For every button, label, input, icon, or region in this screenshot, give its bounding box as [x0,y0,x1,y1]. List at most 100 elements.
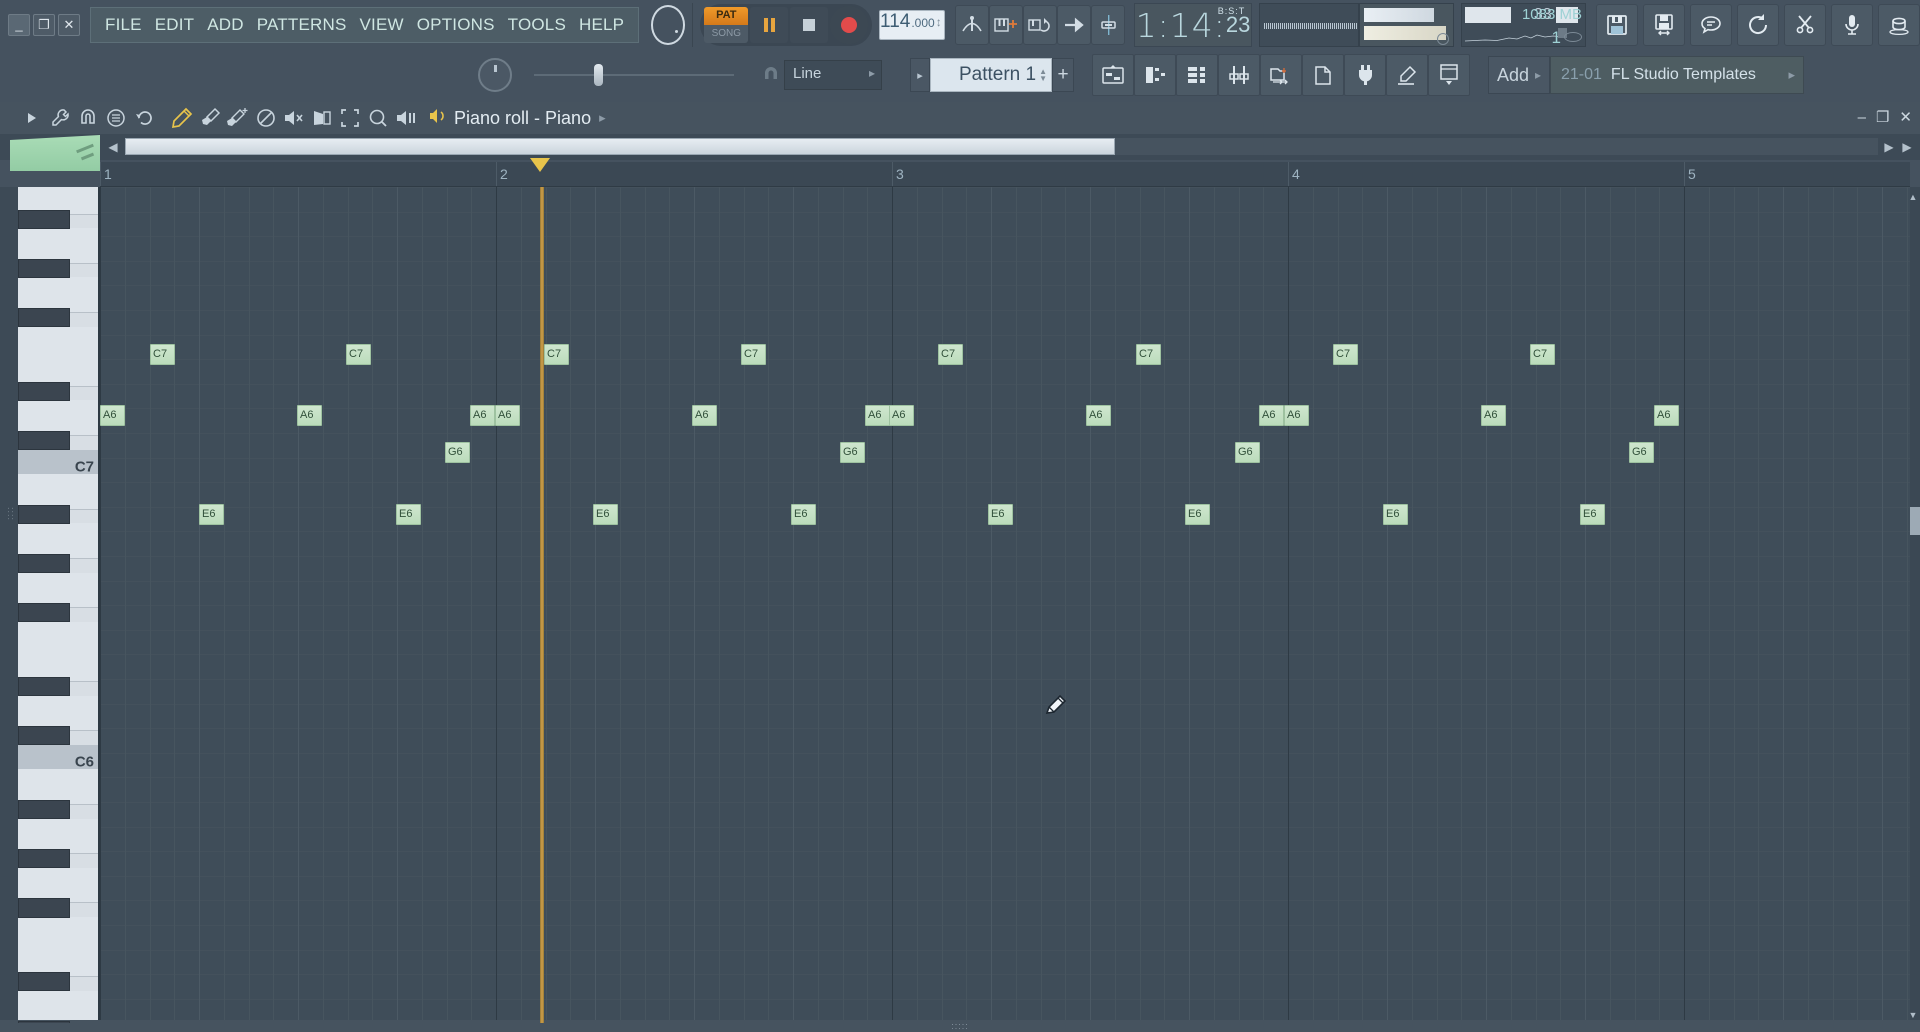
menu-patterns[interactable]: PATTERNS [257,15,347,35]
mute-icon[interactable] [280,104,308,132]
arrange-window-button[interactable] [1428,54,1470,96]
piano-roll-note[interactable]: E6 [791,504,816,525]
piano-key-black[interactable] [18,972,70,992]
paint-brush-icon[interactable] [196,104,224,132]
piano-key-black[interactable] [18,1021,70,1023]
piano-key-black[interactable] [18,554,70,574]
piano-roll-note[interactable]: A6 [865,405,890,426]
piano-roll-note[interactable]: A6 [470,405,495,426]
piano-roll-channel-icon[interactable] [428,107,446,130]
master-volume-knob[interactable] [651,5,686,45]
play-arrow-icon[interactable] [18,104,46,132]
pitch-knob[interactable] [478,58,512,92]
pattern-menu-arrow[interactable]: ▸ [910,58,930,92]
piano-roll-note[interactable]: C7 [938,344,963,365]
piano-roll-note[interactable]: A6 [100,405,125,426]
pr-restore-button[interactable]: ❐ [1876,108,1889,126]
piano-key-black[interactable] [18,258,70,278]
menu-tools[interactable]: TOOLS [508,15,566,35]
hscroll-thumb[interactable] [125,138,1115,155]
magnet-icon[interactable] [758,65,784,85]
pattern-spinner-icon[interactable]: ▲ ▼ [1039,68,1047,83]
piano-roll-note[interactable]: A6 [889,405,914,426]
microphone-icon[interactable] [1831,4,1873,46]
piano-roll-note[interactable]: A6 [495,405,520,426]
menu-icon[interactable] [102,104,130,132]
slider-handle[interactable] [594,64,603,86]
piano-key-black[interactable] [18,800,70,820]
piano-key-black[interactable] [18,849,70,869]
cut-icon[interactable] [1784,4,1826,46]
meter-knob-icon[interactable] [1436,33,1449,45]
pr-minimize-button[interactable]: – [1858,109,1866,126]
minimize-button[interactable]: _ [8,14,30,36]
restore-button[interactable]: ❐ [33,14,55,36]
playhead-line[interactable] [540,187,544,1023]
hscroll-zoom-arrow[interactable]: ▶ [1898,136,1916,158]
piano-roll-note[interactable]: E6 [988,504,1013,525]
piano-key-black[interactable] [18,898,70,918]
paint-plus-icon[interactable] [224,104,252,132]
piano-roll-note[interactable]: A6 [1481,405,1506,426]
title-menu-arrow-icon[interactable]: ▸ [599,110,606,126]
piano-roll-note[interactable]: C7 [1333,344,1358,365]
piano-keyboard[interactable]: C7C6C5 [18,187,100,1023]
comment-icon[interactable] [1690,4,1732,46]
select-icon[interactable] [336,104,364,132]
piano-key-white[interactable] [18,990,98,1023]
delete-icon[interactable] [252,104,280,132]
piano-roll-note[interactable]: A6 [297,405,322,426]
record-button[interactable] [830,6,869,44]
playback-icon[interactable] [392,104,420,132]
piano-roll-note[interactable]: E6 [396,504,421,525]
add-menu-button[interactable]: Add ▸ [1488,56,1550,94]
piano-roll-note[interactable]: C7 [150,344,175,365]
piano-roll-note[interactable]: C7 [346,344,371,365]
blend-notes-button[interactable] [1057,5,1092,45]
tempo-field[interactable]: 114 .000 [879,10,945,40]
slip-icon[interactable] [308,104,336,132]
filter-knob-icon[interactable] [1878,4,1920,46]
save-as-icon[interactable] [1643,4,1685,46]
pr-close-button[interactable]: ✕ [1899,108,1912,126]
vscroll-up-arrow[interactable]: ▲ [1906,190,1920,204]
step-sequencer-button[interactable] [1134,54,1176,96]
plugin-database-button[interactable] [1344,54,1386,96]
vscroll-thumb[interactable] [1910,507,1920,535]
menu-add[interactable]: ADD [207,15,244,35]
wait-for-input-button[interactable] [988,5,1024,45]
snap-selector[interactable]: Line [784,60,882,90]
piano-roll-note[interactable]: E6 [593,504,618,525]
piano-roll-note[interactable]: E6 [1580,504,1605,525]
window-resize-bar[interactable]: ::::: [0,1020,1920,1032]
piano-roll-note[interactable]: C7 [1136,344,1161,365]
playlist-button[interactable] [1092,54,1134,96]
multilink-button[interactable] [1091,5,1126,45]
save-icon[interactable] [1596,4,1638,46]
piano-roll-note[interactable]: E6 [199,504,224,525]
magnet-icon[interactable] [74,104,102,132]
piano-roll-grid[interactable]: C7 A6 E6 A6 C7 E6 G6 A6 A6 C7 A6 E6 C7 E6 G6 A6 A6 C7 E6 A6… [100,187,1910,1023]
wrench-icon[interactable] [46,104,74,132]
piano-roll-note[interactable]: G6 [840,442,865,463]
piano-roll-note[interactable]: A6 [1086,405,1111,426]
piano-roll-note[interactable]: C7 [1530,344,1555,365]
piano-key-black[interactable] [18,308,70,328]
mixer-button[interactable] [1176,54,1218,96]
timeline-ruler[interactable]: 1 2 3 4 5 [100,162,1910,187]
piano-roll-note[interactable]: A6 [1654,405,1679,426]
loop-record-button[interactable] [1023,5,1058,45]
add-pattern-button[interactable]: + [1052,58,1074,92]
vertical-scrollbar[interactable] [1910,187,1920,1023]
piano-key-black[interactable] [18,504,70,524]
piano-roll-note[interactable]: G6 [445,442,470,463]
menu-edit[interactable]: EDIT [155,15,195,35]
pattern-selector[interactable]: Pattern 1 ▲ ▼ [930,58,1052,92]
template-selector[interactable]: 21-01 FL Studio Templates [1550,56,1804,94]
piano-key-black[interactable] [18,603,70,623]
gutter-grip-icon[interactable]: :::: [6,507,16,521]
plugin-picker-button[interactable] [1302,54,1344,96]
piano-roll-note[interactable]: E6 [1185,504,1210,525]
master-pitch-slider[interactable] [534,60,734,90]
piano-roll-note[interactable]: G6 [1629,442,1654,463]
